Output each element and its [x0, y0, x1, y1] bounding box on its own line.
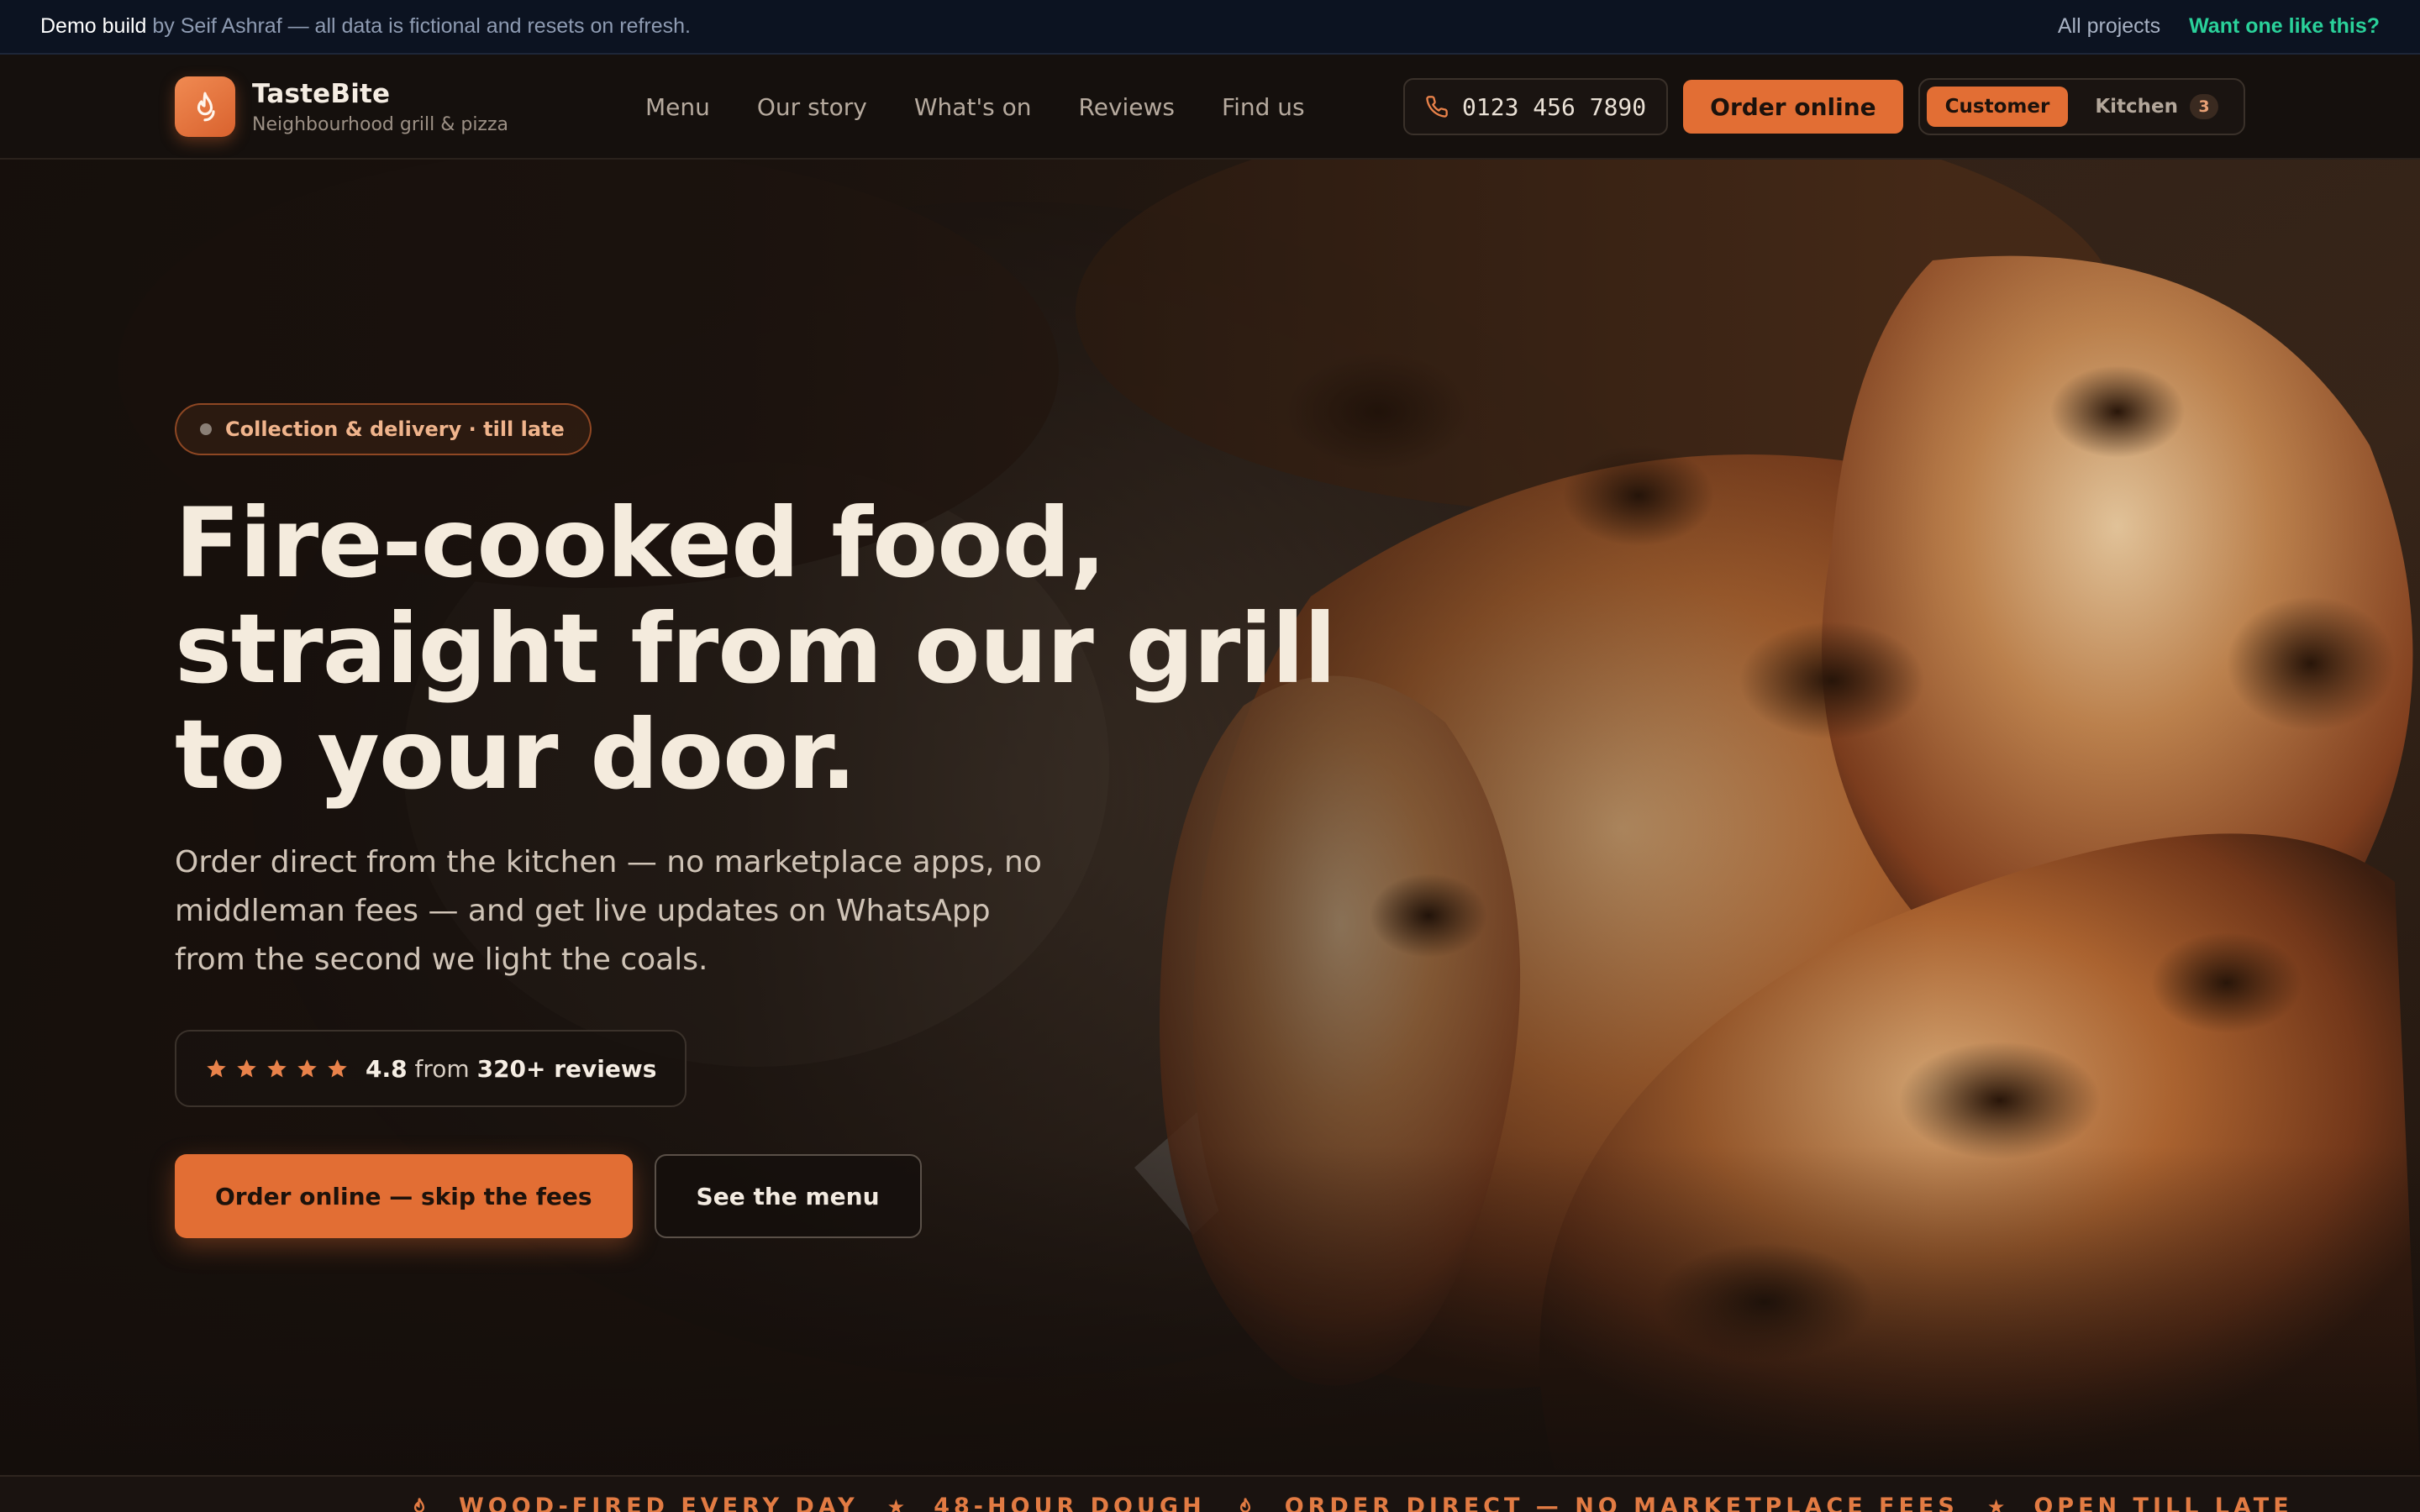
phone-button[interactable]: 0123 456 7890: [1403, 78, 1669, 135]
star-rating: [205, 1058, 349, 1080]
phone-number: 0123 456 7890: [1462, 92, 1647, 121]
phone-icon: [1426, 96, 1448, 118]
demo-label: Demo build: [40, 14, 147, 38]
demo-banner-text: Demo build by Seif Ashraf — all data is …: [40, 14, 691, 39]
ticker-item: OPEN TILL LATE: [2033, 1494, 2293, 1512]
kitchen-mode-button[interactable]: Kitchen 3: [2076, 87, 2237, 127]
headline-line-3: to your door.: [175, 699, 857, 811]
features-ticker: WOOD-FIRED EVERY DAY ★ 48-HOUR DOUGH ORD…: [0, 1475, 2420, 1512]
brand-tagline: Neighbourhood grill & pizza: [252, 113, 509, 135]
mode-switch: Customer Kitchen 3: [1918, 78, 2245, 135]
flame-icon: [1239, 1497, 1250, 1512]
main-nav: Menu Our story What's on Reviews Find us: [645, 55, 1352, 160]
hero-headline: Fire-cooked food, straight from our gril…: [175, 491, 1351, 808]
all-projects-link[interactable]: All projects: [2058, 14, 2160, 39]
nav-link-whats-on[interactable]: What's on: [914, 93, 1032, 121]
star-icon: [328, 1058, 347, 1078]
headline-line-2: straight from our grill: [175, 593, 1337, 705]
flame-icon: [175, 76, 235, 137]
star-icon: [237, 1058, 256, 1078]
star-icon: [297, 1058, 317, 1078]
status-dot-icon: [200, 423, 212, 435]
star-separator-icon: ★: [1986, 1494, 2006, 1512]
site-header: TasteBite Neighbourhood grill & pizza Me…: [0, 55, 2420, 160]
ticker-item: 48-HOUR DOUGH: [934, 1494, 1206, 1512]
nav-link-our-story[interactable]: Our story: [757, 93, 867, 121]
brand-link[interactable]: TasteBite Neighbourhood grill & pizza: [175, 76, 508, 137]
flame-icon: [413, 1497, 425, 1512]
order-online-button[interactable]: Order online: [1683, 80, 1903, 134]
star-separator-icon: ★: [886, 1494, 906, 1512]
nav-link-reviews[interactable]: Reviews: [1079, 93, 1176, 121]
review-count: 320+ reviews: [476, 1054, 657, 1083]
see-menu-button[interactable]: See the menu: [654, 1154, 922, 1238]
rating-card: 4.8 from 320+ reviews: [175, 1030, 687, 1107]
hero-description: Order direct from the kitchen — no marke…: [175, 845, 1042, 977]
star-icon: [267, 1058, 287, 1078]
demo-description: by Seif Ashraf — all data is fictional a…: [146, 14, 691, 38]
nav-link-menu[interactable]: Menu: [645, 93, 710, 121]
hero-section: Collection & delivery · till late Fire-c…: [0, 160, 2420, 1475]
hero-actions: Order online — skip the fees See the men…: [175, 1154, 1351, 1238]
customer-mode-button[interactable]: Customer: [1926, 87, 2069, 127]
demo-banner: Demo build by Seif Ashraf — all data is …: [0, 0, 2420, 55]
want-one-link[interactable]: Want one like this?: [2189, 14, 2380, 39]
ticker-item: WOOD-FIRED EVERY DAY: [459, 1494, 859, 1512]
service-chip-label: Collection & delivery · till late: [225, 417, 565, 441]
hero-content: Collection & delivery · till late Fire-c…: [175, 403, 1351, 1238]
nav-link-find-us[interactable]: Find us: [1222, 93, 1305, 121]
brand-name: TasteBite: [252, 78, 391, 109]
star-icon: [207, 1058, 226, 1078]
kitchen-count-badge: 3: [2190, 94, 2218, 119]
service-chip: Collection & delivery · till late: [175, 403, 592, 455]
order-skip-fees-button[interactable]: Order online — skip the fees: [175, 1154, 633, 1238]
ticker-item: ORDER DIRECT — NO MARKETPLACE FEES: [1284, 1494, 1959, 1512]
rating-value: 4.8: [366, 1054, 408, 1083]
headline-line-1: Fire-cooked food,: [175, 487, 1107, 599]
kitchen-mode-label: Kitchen: [2095, 96, 2178, 118]
rating-from: from: [414, 1054, 470, 1083]
